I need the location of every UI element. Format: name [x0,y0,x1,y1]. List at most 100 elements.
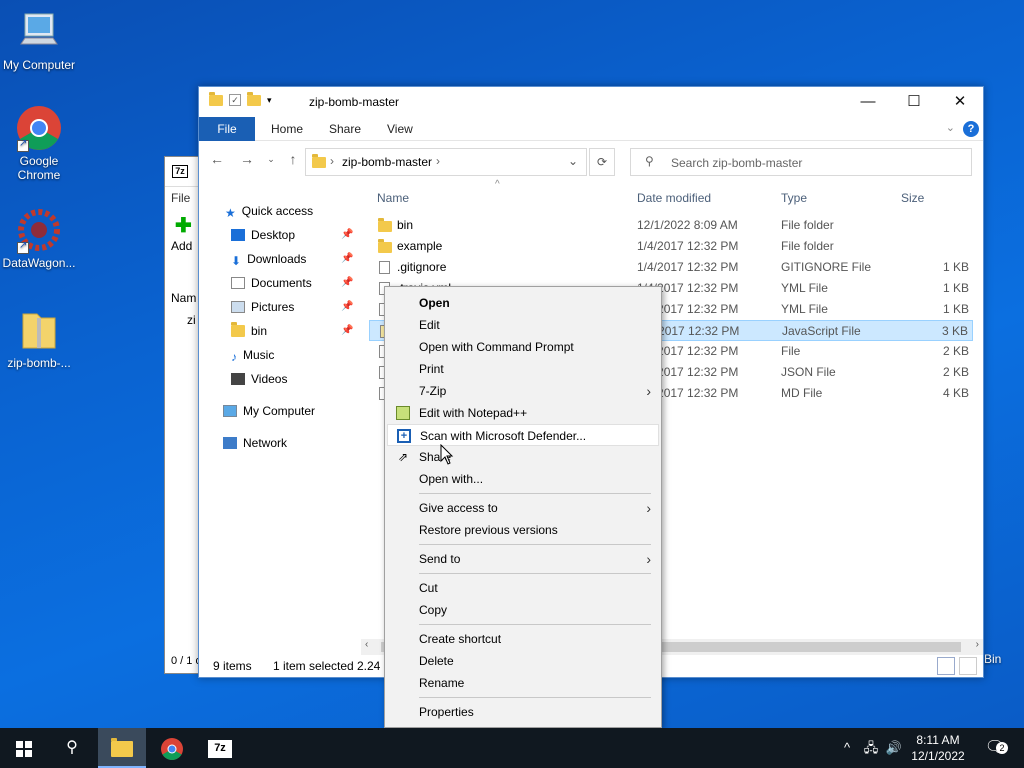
menu-item-open-with-command-prompt[interactable]: Open with Command Prompt [387,336,659,358]
tab-view[interactable]: View [373,117,427,141]
7zip-column-name: Nam [171,291,197,305]
tab-share[interactable]: Share [315,117,375,141]
column-header-type[interactable]: Type [781,185,807,211]
network-status-icon[interactable]: 🖧 [860,728,882,768]
column-header-size[interactable]: Size [901,185,924,211]
nav-downloads[interactable]: ⬇ Downloads [231,249,306,269]
menu-item-open-with[interactable]: Open with... [387,468,659,490]
menu-item-cut[interactable]: Cut [387,577,659,599]
address-bar[interactable]: › zip-bomb-master › ⌄ [305,148,587,176]
nav-network[interactable]: Network [223,433,287,453]
expand-ribbon-icon[interactable]: ⌄ [946,121,955,134]
table-row[interactable]: example 1/4/2017 12:32 PM File folder [369,236,973,257]
minimize-button[interactable]: — [845,87,891,117]
pin-icon: 📌 [341,301,354,312]
volume-icon[interactable]: 🔊 [884,728,904,768]
folder-icon [209,91,223,106]
menu-item-7zip[interactable]: 7-Zip › [387,380,659,402]
nav-pictures[interactable]: Pictures [231,297,294,317]
breadcrumb-item[interactable]: zip-bomb-master [342,155,432,169]
search-input[interactable]: Search zip-bomb-master [671,156,802,170]
menu-separator [419,697,651,698]
back-arrow-icon[interactable]: ← [207,151,227,167]
properties-icon[interactable]: ✓ [229,94,241,106]
computer-icon [223,405,237,417]
forward-arrow-icon[interactable]: → [237,151,257,167]
videos-icon [231,373,245,385]
menu-item-scan-with-defender[interactable]: + Scan with Microsoft Defender... [387,424,659,446]
taskbar-file-explorer[interactable] [98,728,146,768]
taskbar-7zip[interactable]: 7z [196,728,244,768]
column-header-date[interactable]: Date modified [637,185,711,211]
menu-item-send-to[interactable]: Send to › [387,548,659,570]
menu-item-properties[interactable]: Properties [387,701,659,723]
menu-item-copy[interactable]: Copy [387,599,659,621]
desktop-icon-datawagon[interactable]: DataWagon... [0,206,78,270]
share-icon: ⇗ [397,450,409,464]
new-folder-icon[interactable] [247,91,261,106]
menu-item-open[interactable]: Open [387,292,659,314]
folder-icon [111,737,133,757]
tab-home[interactable]: Home [257,117,317,141]
context-menu: Open Edit Open with Command Prompt Print… [384,286,662,728]
explorer-titlebar[interactable]: ✓ ▾ zip-bomb-master — ☐ ✕ [199,87,983,117]
nav-quick-access[interactable]: ★ Quick access [225,201,313,221]
search-box[interactable]: ⚲ Search zip-bomb-master [630,148,972,176]
menu-item-create-shortcut[interactable]: Create shortcut [387,628,659,650]
folder-icon [378,239,392,253]
menu-item-rename[interactable]: Rename [387,672,659,694]
chrome-icon [161,737,183,760]
large-icons-view-icon[interactable] [959,657,977,675]
show-hidden-icons-icon[interactable]: ^ [838,728,856,768]
7zip-add-button[interactable]: Add [171,239,192,253]
recent-locations-icon[interactable]: ⌄ [261,154,281,165]
details-view-icon[interactable] [937,657,955,675]
desktop-icon [231,229,245,241]
menu-item-give-access-to[interactable]: Give access to › [387,497,659,519]
desktop-icon-zip-bomb[interactable]: zip-bomb-... [0,306,78,370]
navigation-pane: ★ Quick access Desktop 📌 ⬇ Downloads 📌 Doc… [199,201,359,651]
download-icon: ⬇ [231,254,242,268]
7zip-list-item[interactable]: zi [187,313,196,327]
nav-videos[interactable]: Videos [231,369,287,389]
add-plus-icon[interactable]: ✚ [175,213,192,238]
nav-my-computer[interactable]: My Computer [223,401,315,421]
menu-item-delete[interactable]: Delete [387,650,659,672]
taskbar-chrome[interactable] [148,728,196,768]
menu-item-edit[interactable]: Edit [387,314,659,336]
scroll-right-icon[interactable]: › [976,639,979,650]
desktop-icon-google-chrome[interactable]: Google Chrome [0,104,78,182]
breadcrumb-chevron-icon: › [330,154,334,168]
nav-bin[interactable]: bin [231,321,267,341]
column-header-name[interactable]: Name [377,185,409,211]
computer-icon [15,8,63,56]
menu-item-print[interactable]: Print [387,358,659,380]
network-icon [223,437,237,449]
folder-icon [231,322,245,337]
7zip-menu-file[interactable]: File [171,191,190,205]
close-button[interactable]: ✕ [937,87,983,117]
table-row[interactable]: bin 12/1/2022 8:09 AM File folder [369,215,973,236]
nav-music[interactable]: ♪ Music [231,345,274,365]
maximize-button[interactable]: ☐ [891,87,937,117]
action-center-button[interactable]: 🗨 2 [980,728,1010,768]
menu-item-restore-previous-versions[interactable]: Restore previous versions [387,519,659,541]
menu-item-share[interactable]: ⇗ Share [387,446,659,468]
menu-item-edit-with-notepad[interactable]: Edit with Notepad++ [387,402,659,424]
address-dropdown-icon[interactable]: ⌄ [568,154,578,168]
table-row[interactable]: .gitignore 1/4/2017 12:32 PM GITIGNORE F… [369,257,973,278]
up-arrow-icon[interactable]: ↑ [283,151,303,167]
pin-icon: 📌 [341,229,354,240]
desktop-icon-my-computer[interactable]: My Computer [0,8,78,72]
nav-desktop[interactable]: Desktop [231,225,295,245]
tab-file[interactable]: File [199,117,255,141]
nav-documents[interactable]: Documents [231,273,312,293]
recycle-bin-label[interactable]: Bin [984,652,1001,666]
help-icon[interactable]: ? [963,121,979,137]
refresh-icon[interactable]: ⟳ [589,148,615,176]
clock[interactable]: 8:11 AM 12/1/2022 [904,732,972,764]
customize-dropdown-icon[interactable]: ▾ [267,95,272,106]
scroll-left-icon[interactable]: ‹ [365,639,368,650]
start-button[interactable] [0,728,48,768]
search-icon[interactable]: ⚲ [48,728,96,768]
